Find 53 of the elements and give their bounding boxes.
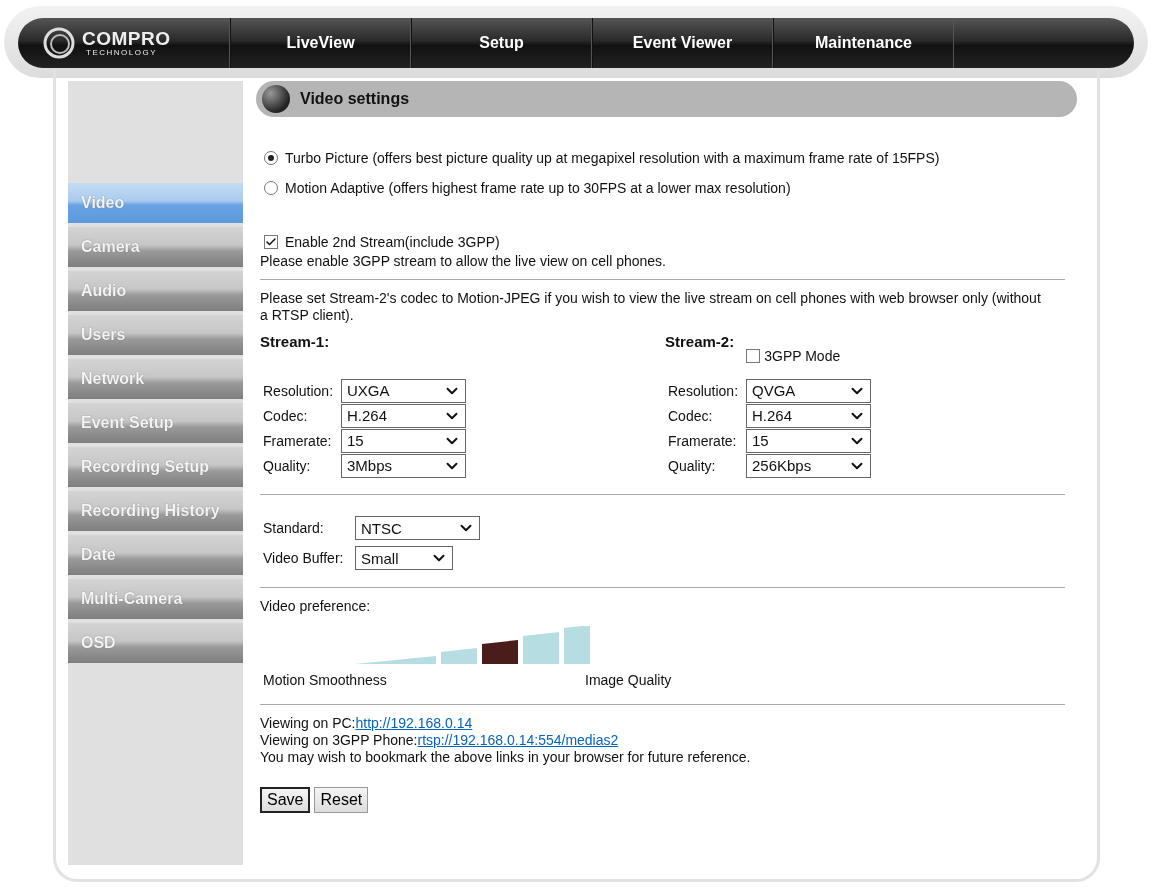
field-label: Resolution: xyxy=(262,382,335,399)
sphere-icon xyxy=(262,85,290,113)
form-button[interactable]: Reset xyxy=(314,787,369,813)
preference-level-bar[interactable] xyxy=(482,640,518,664)
field-label: Framerate: xyxy=(667,432,738,449)
dropdown[interactable]: QVGA xyxy=(746,378,871,403)
field-label: Standard: xyxy=(262,520,325,536)
radio-label: Turbo Picture (offers best picture quality up at megapixel resolution with a maximum frame rate of 15FPS) xyxy=(285,150,940,166)
nav-link[interactable]: Event Viewer xyxy=(592,18,773,68)
field-label: Framerate: xyxy=(262,432,333,449)
preference-label: Video preference: xyxy=(260,598,372,614)
logo-tagline: TECHNOLOGY xyxy=(86,49,158,57)
dropdown[interactable]: 15 xyxy=(341,428,466,453)
help-text: Please set Stream-2's codec to Motion-JPEG if you wish to view the live stream on cell phones with web browser only (without a RTSP client). xyxy=(260,290,1042,324)
help-text: You may wish to bookmark the above links in your browser for future reference. xyxy=(260,749,752,766)
checkbox-label: 3GPP Mode xyxy=(764,348,841,364)
form-button[interactable]: Save xyxy=(260,787,311,813)
stream-title: Stream-2: xyxy=(665,333,735,350)
stream-title: Stream-1: xyxy=(260,333,330,350)
checkbox-label: Enable 2nd Stream(include 3GPP) xyxy=(285,234,500,250)
help-text: Please enable 3GPP stream to allow the live view on cell phones. xyxy=(260,253,667,269)
scale-label: Image Quality xyxy=(585,672,672,688)
field-label: Codec: xyxy=(262,407,309,424)
radio-button[interactable] xyxy=(264,151,278,165)
url-link[interactable]: rtsp://192.168.0.14:554/medias2 xyxy=(417,732,619,748)
dropdown[interactable]: 256Kbps xyxy=(746,453,871,478)
dropdown[interactable]: UXGA xyxy=(341,378,466,403)
field-label: Resolution: xyxy=(667,382,740,399)
url-link[interactable]: http://192.168.0.14 xyxy=(355,715,473,731)
field-label: Quality: xyxy=(667,457,717,474)
check-icon xyxy=(265,236,277,248)
checkbox[interactable] xyxy=(264,235,278,249)
logo-name: COMPRO xyxy=(82,29,171,48)
radio-label: Motion Adaptive (offers highest frame rate up to 30FPS at a lower max resolution) xyxy=(285,180,791,196)
scale-label: Motion Smoothness xyxy=(263,672,387,688)
field-label: Video Buffer: xyxy=(262,550,345,566)
nav-link[interactable]: LiveView xyxy=(230,18,411,68)
dropdown[interactable]: NTSC xyxy=(355,516,480,540)
dropdown[interactable]: H.264 xyxy=(341,403,466,428)
field-label: Codec: xyxy=(667,407,714,424)
link-label: Viewing on 3GPP Phone: xyxy=(260,732,418,748)
link-label: Viewing on PC: xyxy=(260,715,356,731)
radio-button[interactable] xyxy=(264,181,278,195)
dropdown[interactable]: Small xyxy=(355,546,453,570)
logo-icon xyxy=(42,26,76,60)
field-label: Quality: xyxy=(262,457,312,474)
nav-link[interactable]: Setup xyxy=(411,18,592,68)
nav-link[interactable]: Maintenance xyxy=(773,18,954,68)
dropdown[interactable]: 3Mbps xyxy=(341,453,466,478)
checkbox[interactable] xyxy=(746,349,761,363)
dropdown[interactable]: 15 xyxy=(746,428,871,453)
dropdown[interactable]: H.264 xyxy=(746,403,871,428)
section-title: Video settings xyxy=(300,90,410,108)
